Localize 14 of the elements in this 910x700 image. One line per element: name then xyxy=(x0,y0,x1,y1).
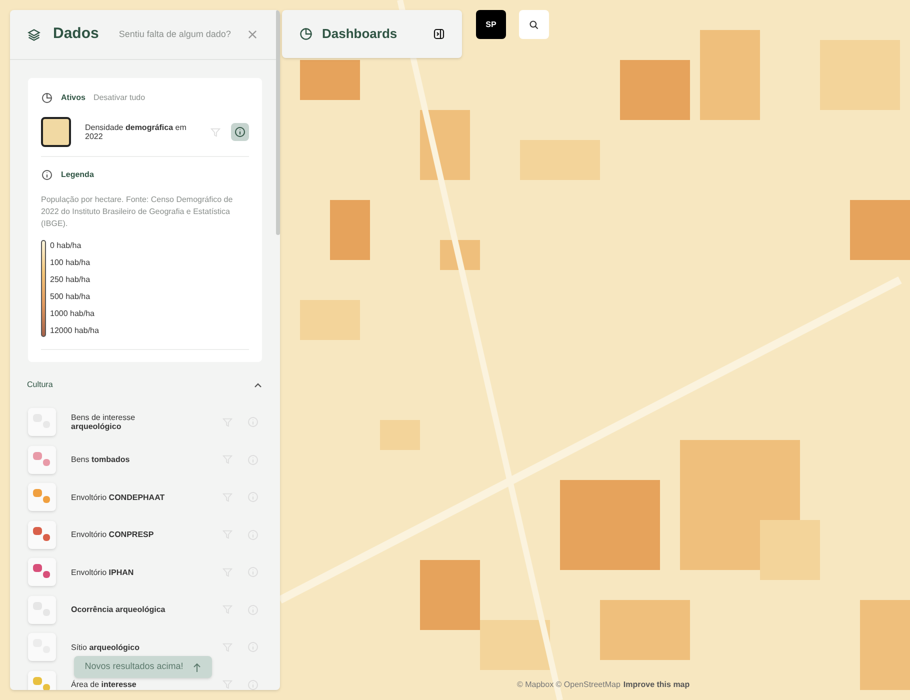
legend-heading: Legenda xyxy=(61,169,94,181)
legend-label: 0 hab/ha xyxy=(50,240,82,252)
dashboards-title: Dashboards xyxy=(322,25,398,44)
section-title: Cultura xyxy=(27,379,53,391)
layer-name: Densidade demográfica em 2022 xyxy=(85,123,188,141)
legend-label: 250 hab/ha xyxy=(50,274,92,286)
legend-label: 500 hab/ha xyxy=(50,291,92,303)
legend-description: População por hectare. Fonte: Censo Demográfico de 2022 do Instituto Brasileiro de Geografia e Estatística (IBGE). xyxy=(41,194,234,230)
legend-label: 100 hab/ha xyxy=(50,257,92,269)
active-heading: Ativos xyxy=(61,92,86,104)
panel-title: Dados xyxy=(53,24,99,44)
attribution-text: © Mapbox © OpenStreetMap xyxy=(517,679,620,691)
legend-label: 12000 hab/ha xyxy=(50,325,99,337)
legend-label: 1000 hab/ha xyxy=(50,308,96,320)
